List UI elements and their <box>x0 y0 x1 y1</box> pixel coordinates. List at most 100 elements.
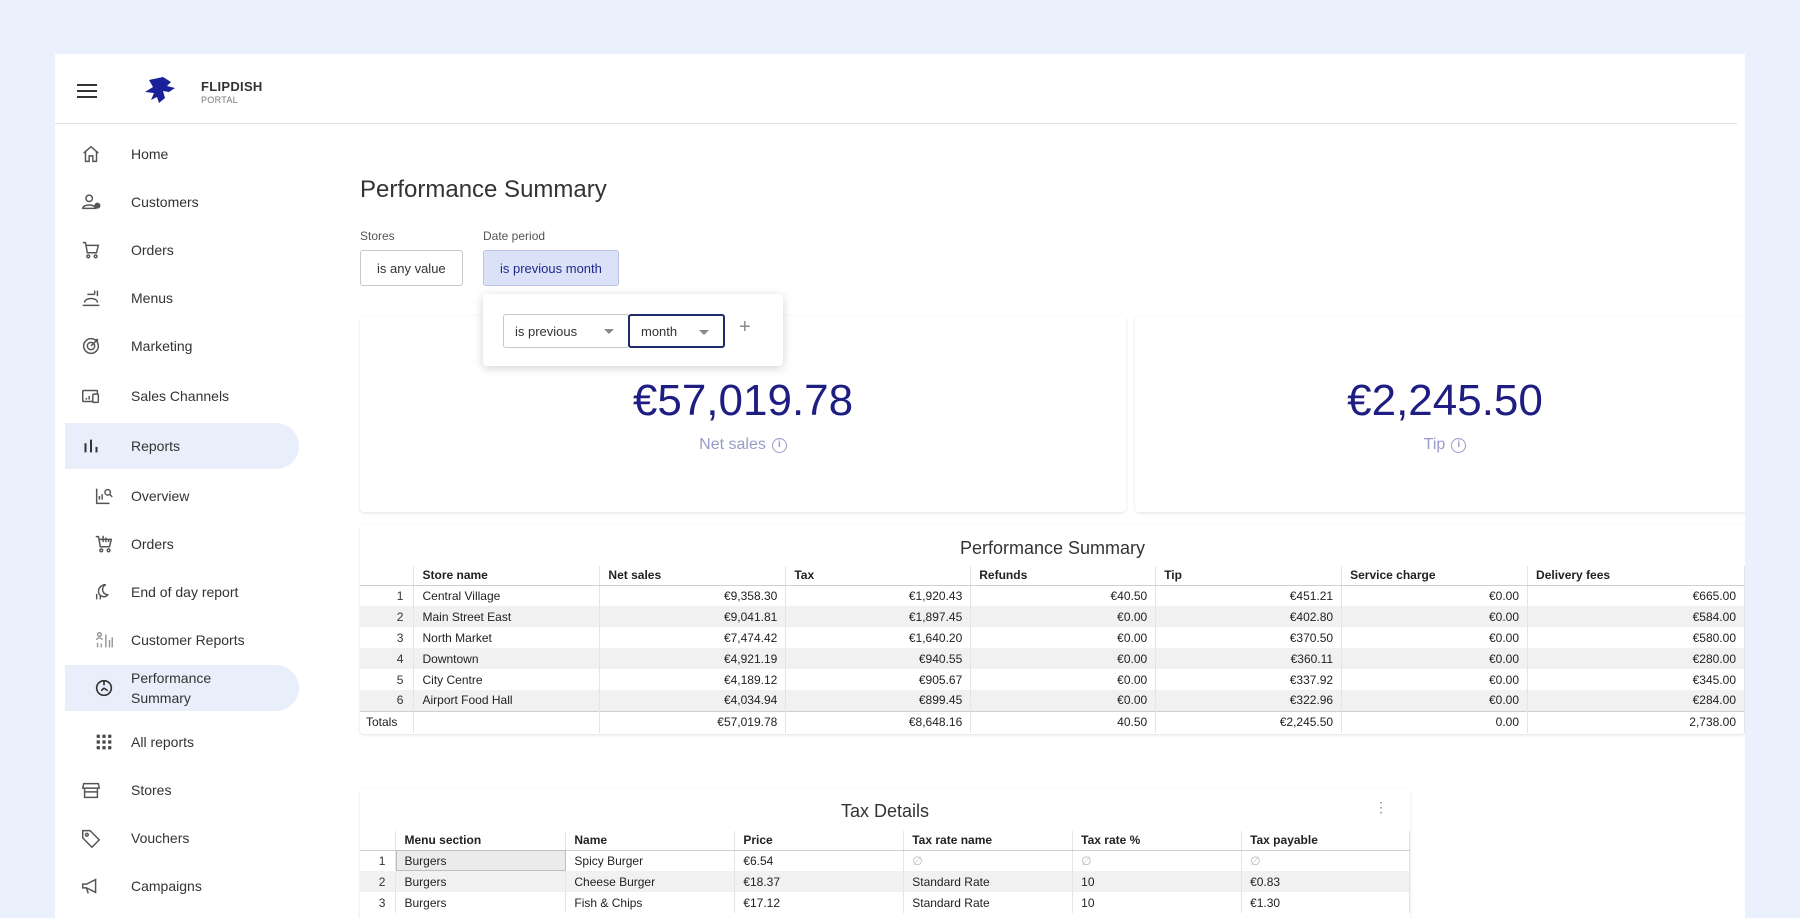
table-cell: €322.96 <box>1155 690 1343 711</box>
row-index: 3 <box>360 627 415 648</box>
table-cell[interactable]: Spicy Burger <box>565 850 736 871</box>
table-cell[interactable]: Burgers <box>395 871 567 892</box>
table-cell: €337.92 <box>1155 669 1343 690</box>
table-cell[interactable]: ∅ <box>1241 850 1410 871</box>
sidebar-item-label: Overview <box>131 488 190 504</box>
table-row: 4 Downtown €4,921.19 €940.55 €0.00 €360.11 €0.… <box>360 648 1745 669</box>
table-cell: €360.11 <box>1155 648 1343 669</box>
end-of-day-icon <box>93 581 115 603</box>
sidebar-item-label: Performance Summary <box>131 670 212 706</box>
sidebar-item-label: End of day report <box>131 584 239 600</box>
table-cell[interactable]: €18.37 <box>734 871 905 892</box>
flipdish-logo-icon <box>145 77 175 103</box>
brand[interactable]: FLIPDISH PORTAL <box>201 79 263 105</box>
totals-cell: 0.00 <box>1341 710 1529 733</box>
table-cell: €4,034.94 <box>599 690 787 711</box>
net-sales-label-row: Net sales i <box>360 436 1126 454</box>
menu-icon[interactable] <box>77 84 97 98</box>
sidebar-item-label: Home <box>131 146 169 162</box>
column-header[interactable]: Menu section <box>395 831 567 851</box>
sidebar-item-stores[interactable]: Stores <box>65 767 299 813</box>
table-cell[interactable]: 10 <box>1072 871 1243 892</box>
table-cell[interactable]: Burgers <box>395 892 567 913</box>
table-row: 2 Burgers Cheese Burger €18.37 Standard Rate… <box>360 871 1410 892</box>
net-sales-value: €57,019.78 <box>632 376 854 425</box>
sidebar-item-overview[interactable]: Overview <box>65 473 299 519</box>
customer-reports-icon <box>93 629 115 651</box>
add-condition-button[interactable]: + <box>739 316 751 339</box>
table-cell: €40.50 <box>970 585 1157 606</box>
table-cell[interactable]: €17.12 <box>734 892 905 913</box>
table-cell[interactable]: €1.30 <box>1241 892 1410 913</box>
tip-card: €2,245.50 Tip i <box>1135 316 1745 512</box>
stores-filter-button[interactable]: is any value <box>360 250 463 286</box>
page-title: Performance Summary <box>360 176 607 203</box>
date-period-filter-button[interactable]: is previous month <box>483 250 619 286</box>
column-header[interactable]: Tax rate % <box>1072 831 1243 851</box>
sidebar-item-label: All reports <box>131 734 195 750</box>
more-vert-icon[interactable]: ⋮ <box>1374 799 1388 816</box>
table-cell[interactable]: €0.83 <box>1241 871 1410 892</box>
table-cell[interactable]: Cheese Burger <box>565 871 736 892</box>
sidebar-item-reports[interactable]: Reports <box>65 423 299 469</box>
column-header[interactable]: Tax <box>785 566 972 586</box>
column-header[interactable]: Refunds <box>970 566 1157 586</box>
totals-cell: €8,648.16 <box>785 710 972 733</box>
sidebar-item-label: Campaigns <box>131 878 202 894</box>
column-header[interactable]: Service charge <box>1341 566 1529 586</box>
table-cell: €9,041.81 <box>599 606 787 627</box>
unit-select[interactable]: month <box>628 314 725 348</box>
column-header[interactable]: Store name <box>413 566 601 586</box>
sidebar-item-end-of-day[interactable]: End of day report <box>65 569 299 615</box>
tax-details-table-card: Tax Details ⋮ Menu section Name Price Tax r… <box>360 789 1410 918</box>
table-cell[interactable]: €6.54 <box>734 850 905 871</box>
target-icon <box>80 335 102 357</box>
sidebar-item-campaigns[interactable]: Campaigns <box>65 863 299 909</box>
sidebar-item-label: Orders <box>131 242 174 258</box>
table-cell[interactable]: 10 <box>1072 892 1243 913</box>
info-icon[interactable]: i <box>1451 437 1467 453</box>
row-index: 2 <box>360 871 397 892</box>
column-header[interactable]: Name <box>565 831 736 851</box>
bar-chart-icon <box>80 435 102 457</box>
table-cell: €0.00 <box>1341 648 1529 669</box>
column-header[interactable]: Net sales <box>599 566 787 586</box>
sidebar-item-home[interactable]: Home <box>65 131 299 177</box>
totals-cell: €2,245.50 <box>1155 710 1343 733</box>
sidebar-item-marketing[interactable]: Marketing <box>65 323 299 369</box>
table-cell[interactable]: Standard Rate <box>903 871 1074 892</box>
column-header[interactable]: Tip <box>1155 566 1343 586</box>
table-cell[interactable]: Standard Rate <box>903 892 1074 913</box>
sidebar-item-orders[interactable]: Orders <box>65 227 299 273</box>
table-cell[interactable]: Burgers <box>395 850 567 871</box>
column-header[interactable]: Tax rate name <box>903 831 1074 851</box>
table-row: 1 Burgers Spicy Burger €6.54 ∅ ∅ ∅ <box>360 850 1410 871</box>
column-header[interactable]: Delivery fees <box>1527 566 1745 586</box>
date-period-popover: is previous month + <box>483 294 783 366</box>
sidebar-item-label: Vouchers <box>131 830 190 846</box>
sidebar-item-customer-reports[interactable]: Customer Reports <box>65 617 299 663</box>
table-cell: Central Village <box>413 585 601 606</box>
column-header[interactable]: Price <box>734 831 905 851</box>
sidebar-item-sales-channels[interactable]: Sales Channels <box>65 373 299 419</box>
table-cell: €451.21 <box>1155 585 1343 606</box>
sidebar-item-menus[interactable]: Menus <box>65 275 299 321</box>
table-cell[interactable]: Fish & Chips <box>565 892 736 913</box>
table-cell[interactable]: ∅ <box>1072 850 1243 871</box>
row-index: 1 <box>360 585 415 606</box>
totals-cell <box>413 710 601 733</box>
sidebar-item-orders-report[interactable]: Orders <box>65 521 299 567</box>
sidebar-item-all-reports[interactable]: All reports <box>65 719 299 765</box>
column-header[interactable]: Tax payable <box>1241 831 1410 851</box>
table-cell: Airport Food Hall <box>413 690 601 711</box>
sidebar-item-customers[interactable]: Customers <box>65 179 299 225</box>
table-cell: €345.00 <box>1527 669 1745 690</box>
totals-cell: Totals <box>360 710 415 733</box>
sidebar-item-performance-summary[interactable]: Performance Summary <box>65 665 299 711</box>
unit-select-value: month <box>641 323 678 339</box>
table-cell[interactable]: ∅ <box>903 850 1074 871</box>
sidebar-item-vouchers[interactable]: Vouchers <box>65 815 299 861</box>
table-row: 1 Central Village €9,358.30 €1,920.43 €40.50… <box>360 585 1745 606</box>
info-icon[interactable]: i <box>771 437 787 453</box>
operator-select[interactable]: is previous <box>503 314 629 348</box>
